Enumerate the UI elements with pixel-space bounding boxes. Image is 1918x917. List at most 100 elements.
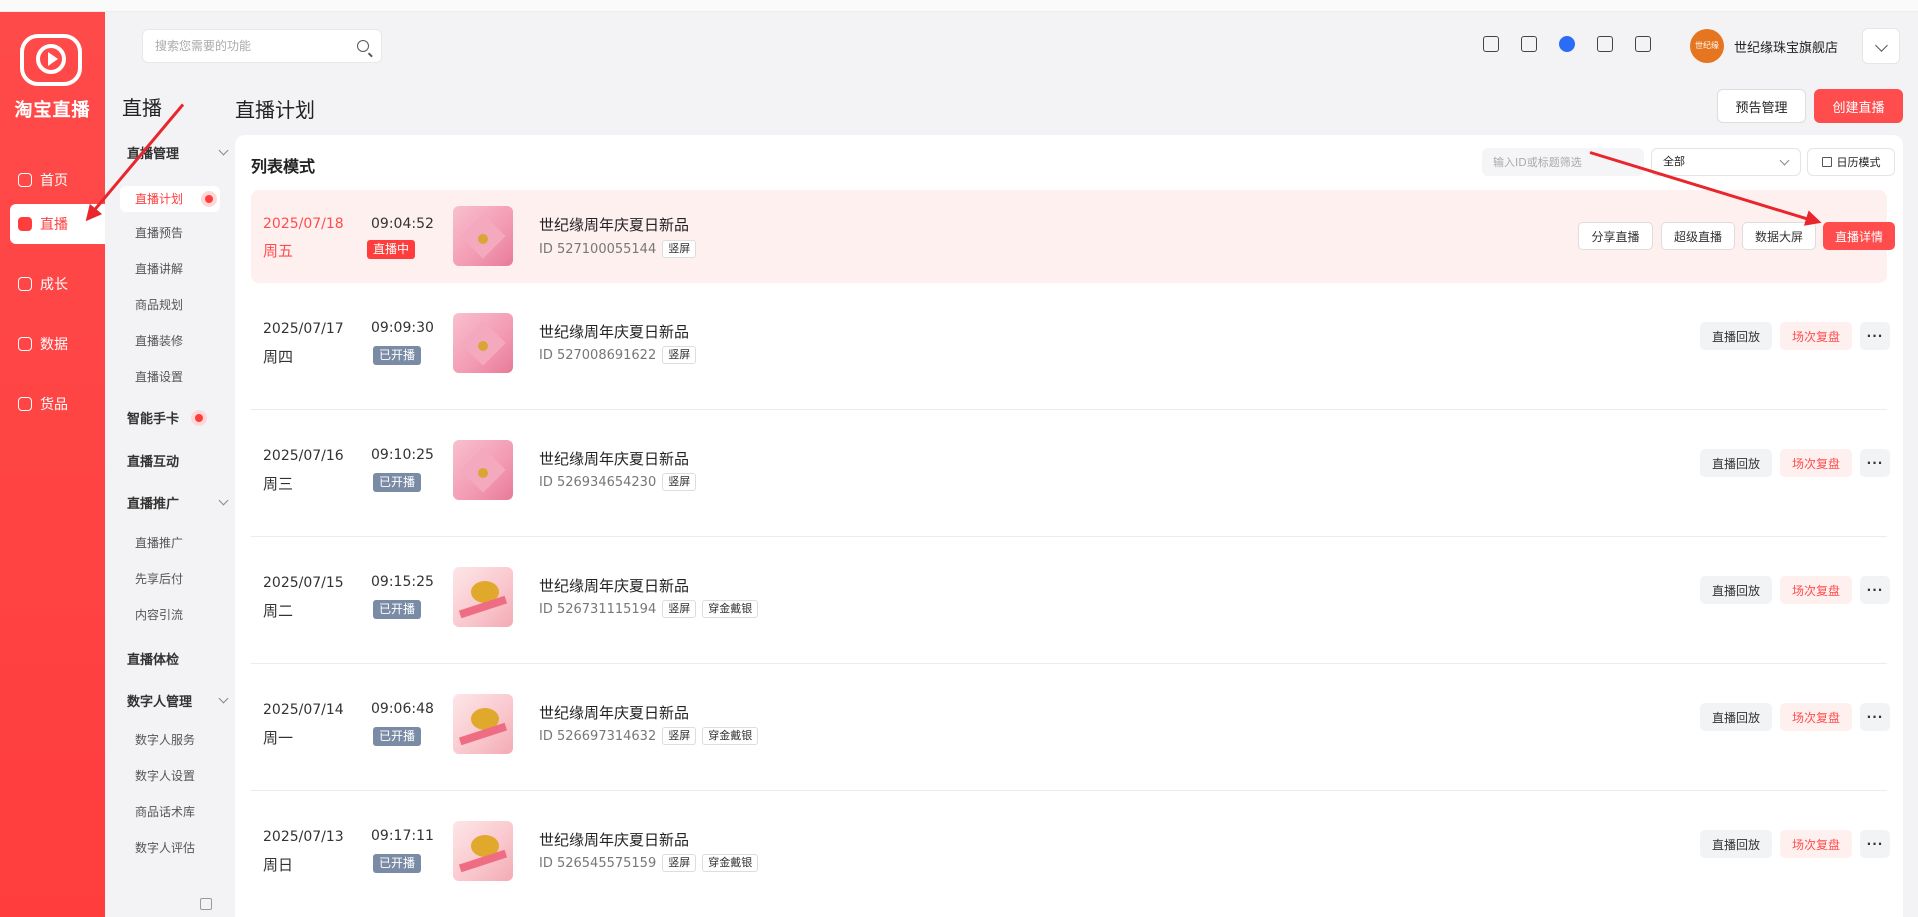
subnav-item-dh-settings[interactable]: 数字人设置 <box>135 767 195 784</box>
chevron-down-icon <box>218 693 229 704</box>
live-row[interactable]: 2025/07/16 周三 09:10:25 已开播 世纪缘周年庆夏日新品 ID… <box>251 410 1890 537</box>
more-actions-button[interactable]: ··· <box>1860 576 1890 604</box>
assistant-icon[interactable] <box>1559 36 1575 52</box>
row-date: 2025/07/16 <box>263 448 344 464</box>
row-id: ID 526934654230 <box>539 474 657 490</box>
live-cover-image[interactable] <box>453 206 513 266</box>
subnav-title: 直播 <box>122 96 162 120</box>
nav-item-label: 数据 <box>40 337 68 353</box>
subnav-item-plan[interactable]: 直播计划 <box>120 186 220 212</box>
status-badge: 已开播 <box>373 346 422 365</box>
collapse-sidebar-icon[interactable] <box>200 898 212 910</box>
subnav-item-pay-later[interactable]: 先享后付 <box>135 570 183 587</box>
replay-button[interactable]: 直播回放 <box>1700 322 1772 350</box>
row-tag: 竖屏 <box>662 346 697 364</box>
search-icon[interactable] <box>357 40 369 52</box>
row-title[interactable]: 世纪缘周年庆夏日新品 <box>539 321 689 342</box>
nav-item-goods[interactable]: 货品 <box>10 384 105 424</box>
more-actions-button[interactable]: ··· <box>1860 703 1890 731</box>
subnav-item-preview[interactable]: 直播预告 <box>135 224 183 241</box>
row-title[interactable]: 世纪缘周年庆夏日新品 <box>539 448 689 469</box>
shop-name[interactable]: 世纪缘珠宝旗舰店 <box>1734 37 1838 56</box>
live-cover-image[interactable] <box>453 567 513 627</box>
subnav-item-dh-script[interactable]: 商品话术库 <box>135 803 195 820</box>
row-tag: 穿金戴银 <box>702 854 759 872</box>
subnav-item-settings[interactable]: 直播设置 <box>135 368 183 385</box>
row-weekday: 周一 <box>263 729 294 747</box>
subnav-item-promo[interactable]: 直播推广 <box>135 534 183 551</box>
more-actions-button[interactable]: ··· <box>1860 449 1890 477</box>
row-weekday: 周四 <box>263 348 294 366</box>
subnav-item-dh-service[interactable]: 数字人服务 <box>135 731 195 748</box>
subnav-group-digital-human[interactable]: 数字人管理 <box>127 691 229 710</box>
session-review-button[interactable]: 场次复盘 <box>1780 449 1852 477</box>
live-row[interactable]: 2025/07/14 周一 09:06:48 已开播 世纪缘周年庆夏日新品 ID… <box>251 664 1890 791</box>
replay-button[interactable]: 直播回放 <box>1700 703 1772 731</box>
session-review-button[interactable]: 场次复盘 <box>1780 322 1852 350</box>
session-review-button[interactable]: 场次复盘 <box>1780 576 1852 604</box>
live-status-badge: 直播中 <box>367 240 416 259</box>
live-cover-image[interactable] <box>453 821 513 881</box>
live-detail-button[interactable]: 直播详情 <box>1823 222 1895 250</box>
session-review-button[interactable]: 场次复盘 <box>1780 703 1852 731</box>
live-row[interactable]: 2025/07/13 周日 09:17:11 已开播 世纪缘周年庆夏日新品 ID… <box>251 791 1890 917</box>
nav-item-home[interactable]: 首页 <box>10 160 105 200</box>
subnav-item-dh-eval[interactable]: 数字人评估 <box>135 839 195 856</box>
row-id: ID 526697314632 <box>539 728 657 744</box>
share-live-button[interactable]: 分享直播 <box>1578 222 1653 250</box>
live-cover-image[interactable] <box>453 694 513 754</box>
nav-item-growth[interactable]: 成长 <box>10 264 105 304</box>
live-cover-image[interactable] <box>453 440 513 500</box>
chevron-down-icon <box>218 495 229 506</box>
function-search[interactable] <box>142 29 382 63</box>
row-title[interactable]: 世纪缘周年庆夏日新品 <box>539 214 689 235</box>
subnav-item-explain[interactable]: 直播讲解 <box>135 260 183 277</box>
subnav-group-live-check[interactable]: 直播体检 <box>127 649 227 668</box>
notebook-icon[interactable] <box>1483 36 1499 52</box>
message-icon[interactable] <box>1521 36 1537 52</box>
notification-dot-icon <box>201 191 217 207</box>
search-input[interactable] <box>155 39 357 53</box>
replay-button[interactable]: 直播回放 <box>1700 449 1772 477</box>
subnav-group-smart-card[interactable]: 智能手卡 <box>127 408 227 427</box>
main-nav: 淘宝直播 首页 直播 成长 数据 货品 <box>0 12 105 917</box>
row-title[interactable]: 世纪缘周年庆夏日新品 <box>539 702 689 723</box>
live-icon <box>18 217 32 231</box>
create-live-button[interactable]: 创建直播 <box>1814 89 1903 123</box>
goods-icon <box>18 397 32 411</box>
shop-avatar[interactable]: 世纪缘 <box>1690 29 1724 63</box>
shop-dropdown-button[interactable] <box>1862 28 1900 64</box>
status-badge: 已开播 <box>373 727 422 746</box>
status-filter-select[interactable]: 全部 <box>1651 148 1801 176</box>
session-review-button[interactable]: 场次复盘 <box>1780 830 1852 858</box>
task-icon[interactable] <box>1597 36 1613 52</box>
chat-icon[interactable] <box>1635 36 1651 52</box>
super-live-button[interactable]: 超级直播 <box>1661 222 1735 250</box>
row-title[interactable]: 世纪缘周年庆夏日新品 <box>539 829 689 850</box>
nav-item-label: 货品 <box>40 397 68 413</box>
live-row[interactable]: 2025/07/17 周四 09:09:30 已开播 世纪缘周年庆夏日新品 ID… <box>251 283 1890 410</box>
preview-manage-button[interactable]: 预告管理 <box>1717 89 1806 123</box>
live-row[interactable]: 2025/07/18 周五 09:04:52 直播中 世纪缘周年庆夏日新品 ID… <box>251 190 1895 283</box>
subnav-item-content-flow[interactable]: 内容引流 <box>135 606 183 623</box>
subnav-group-live-interact[interactable]: 直播互动 <box>127 451 227 470</box>
row-id-line: ID 526934654230 竖屏 <box>539 473 697 491</box>
subnav-item-goods-plan[interactable]: 商品规划 <box>135 296 183 313</box>
replay-button[interactable]: 直播回放 <box>1700 576 1772 604</box>
row-weekday: 周五 <box>263 242 294 260</box>
live-row[interactable]: 2025/07/15 周二 09:15:25 已开播 世纪缘周年庆夏日新品 ID… <box>251 537 1890 664</box>
more-actions-button[interactable]: ··· <box>1860 322 1890 350</box>
nav-item-data[interactable]: 数据 <box>10 324 105 364</box>
chevron-down-icon <box>218 145 229 156</box>
taobao-live-logo-icon[interactable] <box>20 34 82 86</box>
subnav-group-live-promo[interactable]: 直播推广 <box>127 493 229 512</box>
status-badge: 已开播 <box>373 854 422 873</box>
row-id: ID 527100055144 <box>539 241 657 257</box>
secondary-nav: 直播 直播管理 直播计划 直播预告 直播讲解 商品规划 直播装修 直播设置 智能… <box>105 12 235 917</box>
calendar-mode-button[interactable]: 日历模式 <box>1807 148 1895 176</box>
more-actions-button[interactable]: ··· <box>1860 830 1890 858</box>
replay-button[interactable]: 直播回放 <box>1700 830 1772 858</box>
subnav-item-decor[interactable]: 直播装修 <box>135 332 183 349</box>
row-title[interactable]: 世纪缘周年庆夏日新品 <box>539 575 689 596</box>
live-cover-image[interactable] <box>453 313 513 373</box>
